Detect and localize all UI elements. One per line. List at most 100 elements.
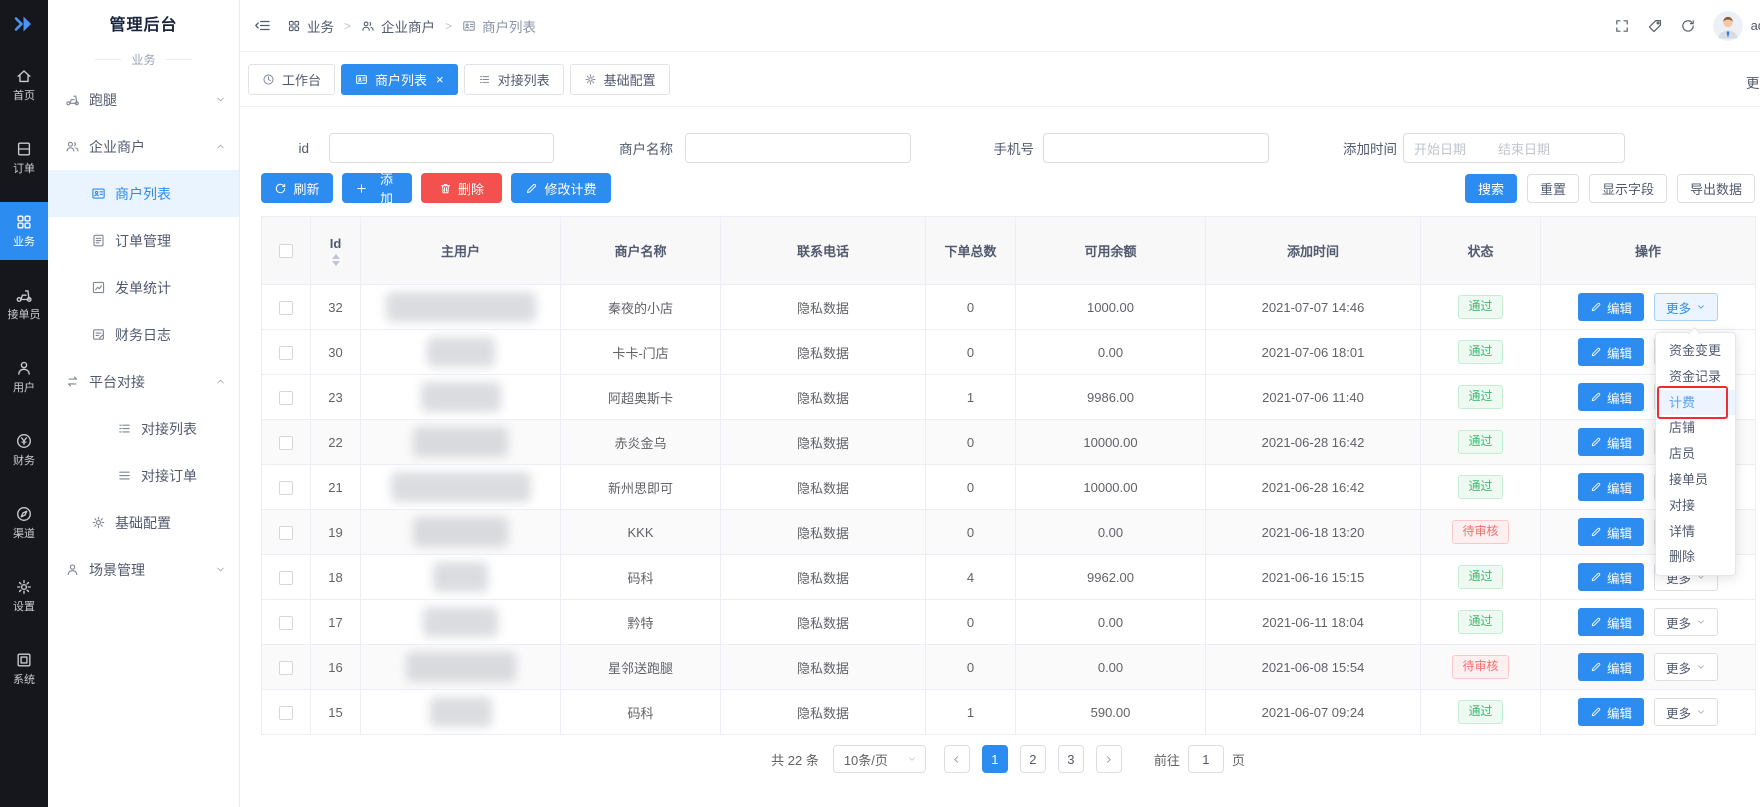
breadcrumb-item-idcard[interactable]: 商户列表 (462, 16, 536, 36)
edit-button[interactable]: 编辑 (1578, 428, 1644, 456)
person-icon (15, 359, 33, 377)
refresh-button[interactable]: 刷新 (261, 173, 333, 203)
daterange-picker[interactable]: 开始日期 结束日期 (1403, 133, 1625, 163)
row-checkbox[interactable] (279, 526, 293, 540)
cell-phone: 隐私数据 (721, 330, 926, 375)
edit-button[interactable]: 编辑 (1578, 293, 1644, 321)
refresh-icon[interactable] (1680, 18, 1696, 34)
export-button[interactable]: 导出数据 (1677, 174, 1755, 203)
more-button[interactable]: 更多 (1654, 698, 1718, 726)
row-checkbox[interactable] (279, 661, 293, 675)
row-checkbox[interactable] (279, 346, 293, 360)
dropdown-item-4[interactable]: 店员 (1656, 441, 1735, 467)
theme-tag-icon[interactable] (1647, 18, 1663, 34)
search-button[interactable]: 搜索 (1465, 174, 1517, 203)
goto-page-input[interactable] (1188, 745, 1224, 773)
sidebar-item-swap[interactable]: 平台对接 (48, 358, 239, 405)
breadcrumb-item-people[interactable]: 企业商户 (361, 16, 435, 36)
avatar[interactable] (1713, 11, 1743, 41)
page-button-3[interactable]: 3 (1058, 745, 1084, 773)
dropdown-item-3[interactable]: 店铺 (1656, 415, 1735, 441)
rail-item-system[interactable]: 系统 (0, 640, 48, 698)
filter-phone-input[interactable] (1043, 133, 1269, 163)
prev-page-button[interactable] (944, 745, 970, 773)
sidebar-item-settings[interactable]: 基础配置 (48, 499, 239, 546)
delete-button[interactable]: 删除 (421, 173, 502, 203)
page-button-1[interactable]: 1 (982, 745, 1008, 773)
dropdown-item-5[interactable]: 接单员 (1656, 467, 1735, 493)
rail-item-person[interactable]: 用户 (0, 348, 48, 406)
more-button[interactable]: 更多 (1654, 653, 1718, 681)
fullscreen-icon[interactable] (1614, 18, 1630, 34)
show-fields-button[interactable]: 显示字段 (1589, 174, 1667, 203)
rail-item-channel[interactable]: 渠道 (0, 494, 48, 552)
dropdown-item-0[interactable]: 资金变更 (1656, 338, 1735, 364)
rail-item-grid[interactable]: 业务 (0, 202, 48, 260)
select-all-checkbox[interactable] (279, 244, 293, 258)
header-checkbox (262, 217, 311, 285)
rail-item-settings[interactable]: 设置 (0, 567, 48, 625)
dropdown-item-1[interactable]: 资金记录 (1656, 364, 1735, 390)
app-logo[interactable] (0, 0, 48, 48)
sidebar-item-person[interactable]: 场景管理 (48, 546, 239, 593)
menu-fold-icon[interactable] (254, 17, 271, 34)
row-checkbox[interactable] (279, 616, 293, 630)
sidebar-item-scooter[interactable]: 跑腿 (48, 76, 239, 123)
blurred-user (427, 337, 495, 367)
breadcrumb-item-grid[interactable]: 业务 (287, 16, 334, 36)
filter-id-input[interactable] (329, 133, 554, 163)
tab-listcheck[interactable]: 对接列表 (464, 64, 564, 95)
edit-button[interactable]: 编辑 (1578, 563, 1644, 591)
edit-billing-button[interactable]: 修改计费 (511, 173, 611, 203)
tab-settings[interactable]: 基础配置 (570, 64, 670, 95)
tab-clock[interactable]: 工作台 (248, 64, 335, 95)
sidebar-item-idcard[interactable]: 商户列表 (48, 170, 239, 217)
sidebar-item-lines[interactable]: 对接订单 (48, 452, 239, 499)
sidebar-item-note[interactable]: 财务日志 (48, 311, 239, 358)
dropdown-item-2[interactable]: 计费 (1656, 390, 1735, 416)
edit-button[interactable]: 编辑 (1578, 653, 1644, 681)
edit-button[interactable]: 编辑 (1578, 608, 1644, 636)
row-checkbox[interactable] (279, 571, 293, 585)
chevdown-icon (1696, 662, 1706, 672)
dropdown-item-8[interactable]: 删除 (1656, 544, 1735, 570)
row-checkbox[interactable] (279, 391, 293, 405)
close-tab-icon[interactable]: × (436, 73, 444, 86)
cell-added-time: 2021-06-08 15:54 (1206, 645, 1421, 690)
row-checkbox[interactable] (279, 481, 293, 495)
row-checkbox[interactable] (279, 436, 293, 450)
add-button[interactable]: 添加 (342, 173, 412, 203)
edit-button[interactable]: 编辑 (1578, 518, 1644, 546)
row-checkbox[interactable] (279, 706, 293, 720)
rail-item-home[interactable]: 首页 (0, 56, 48, 114)
rail-item-order[interactable]: 订单 (0, 129, 48, 187)
sidebar-item-document[interactable]: 订单管理 (48, 217, 239, 264)
more-button[interactable]: 更多 (1654, 608, 1718, 636)
rail-item-finance[interactable]: 财务 (0, 421, 48, 479)
next-page-button[interactable] (1096, 745, 1122, 773)
tab-label: 对接列表 (498, 70, 550, 89)
chevup-icon (215, 376, 226, 387)
chevup-icon (215, 141, 226, 152)
sort-icons[interactable] (332, 254, 340, 266)
dropdown-item-7[interactable]: 详情 (1656, 519, 1735, 545)
column-header-id[interactable]: Id (311, 217, 361, 285)
edit-button[interactable]: 编辑 (1578, 473, 1644, 501)
page-size-select[interactable]: 10条/页 (833, 745, 926, 773)
dropdown-item-6[interactable]: 对接 (1656, 493, 1735, 519)
edit-button[interactable]: 编辑 (1578, 338, 1644, 366)
filter-merchant-input[interactable] (685, 133, 911, 163)
sidebar-item-listcheck[interactable]: 对接列表 (48, 405, 239, 452)
tabs-more-button[interactable]: 更多 (1746, 72, 1760, 92)
reset-button[interactable]: 重置 (1527, 174, 1579, 203)
page-button-2[interactable]: 2 (1020, 745, 1046, 773)
username[interactable]: admin (1751, 18, 1760, 33)
more-button[interactable]: 更多 (1654, 293, 1718, 321)
rail-item-scooter[interactable]: 接单员 (0, 275, 48, 333)
row-checkbox[interactable] (279, 301, 293, 315)
sidebar-item-chart[interactable]: 发单统计 (48, 264, 239, 311)
edit-button[interactable]: 编辑 (1578, 383, 1644, 411)
tab-idcard[interactable]: 商户列表 × (341, 64, 458, 95)
sidebar-item-people[interactable]: 企业商户 (48, 123, 239, 170)
edit-button[interactable]: 编辑 (1578, 698, 1644, 726)
